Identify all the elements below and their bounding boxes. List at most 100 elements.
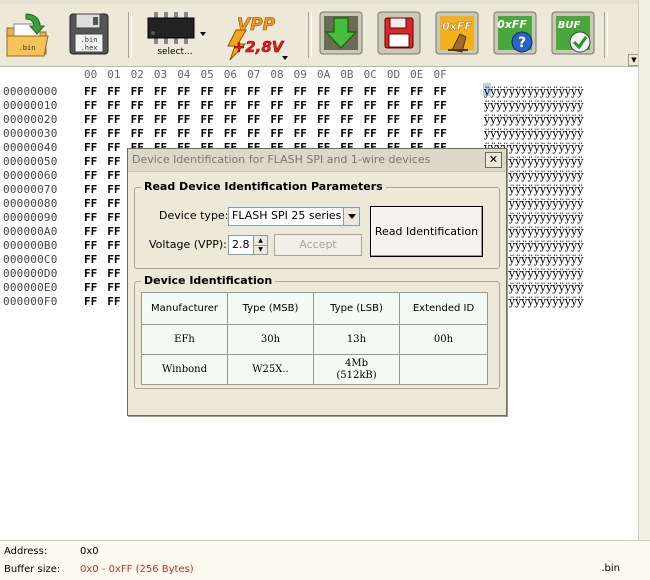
hex-byte[interactable]: FF bbox=[131, 113, 154, 127]
hex-byte[interactable]: FF bbox=[84, 169, 107, 183]
hex-byte[interactable]: FF bbox=[433, 113, 456, 127]
hex-byte[interactable]: FF bbox=[84, 281, 107, 295]
hex-byte[interactable]: FF bbox=[84, 197, 107, 211]
spin-down-icon[interactable]: ▼ bbox=[254, 245, 267, 254]
read-identification-button[interactable]: Read Identification bbox=[370, 206, 483, 257]
buffer-check-button[interactable]: BUF bbox=[550, 10, 596, 60]
hex-byte[interactable]: FF bbox=[410, 127, 433, 141]
hex-byte[interactable]: FF bbox=[84, 99, 107, 113]
select-device-button[interactable]: select... bbox=[140, 10, 210, 60]
hex-byte[interactable]: FF bbox=[154, 127, 177, 141]
vertical-scrollbar[interactable] bbox=[638, 0, 650, 540]
save-file-button[interactable]: .bin .hex bbox=[66, 10, 112, 60]
hex-byte[interactable]: FF bbox=[84, 85, 107, 99]
hex-byte[interactable]: FF bbox=[317, 113, 340, 127]
hex-byte[interactable]: FF bbox=[107, 99, 130, 113]
hex-byte[interactable]: FF bbox=[131, 99, 154, 113]
hex-byte[interactable]: FF bbox=[224, 99, 247, 113]
hex-byte[interactable]: FF bbox=[177, 85, 200, 99]
hex-byte[interactable]: FF bbox=[84, 141, 107, 155]
hex-byte[interactable]: FF bbox=[340, 85, 363, 99]
hex-byte[interactable]: FF bbox=[84, 253, 107, 267]
hex-byte[interactable]: FF bbox=[340, 127, 363, 141]
hex-byte[interactable]: FF bbox=[107, 85, 130, 99]
hex-byte[interactable]: FF bbox=[317, 99, 340, 113]
hex-byte[interactable]: FF bbox=[224, 85, 247, 99]
hex-byte[interactable]: FF bbox=[317, 127, 340, 141]
hex-byte[interactable]: FF bbox=[84, 183, 107, 197]
hex-byte[interactable]: FF bbox=[154, 113, 177, 127]
write-chip-button[interactable] bbox=[376, 10, 422, 60]
hex-byte[interactable]: FF bbox=[410, 85, 433, 99]
accept-button[interactable]: Accept bbox=[274, 234, 362, 256]
hex-byte[interactable]: FF bbox=[410, 99, 433, 113]
hex-byte[interactable]: FF bbox=[177, 99, 200, 113]
hex-byte[interactable]: FF bbox=[364, 113, 387, 127]
hex-byte[interactable]: FF bbox=[131, 85, 154, 99]
fill-ff-button[interactable]: 0xFF bbox=[434, 10, 480, 60]
row-bytes[interactable]: FFFFFFFFFFFFFFFFFFFFFFFFFFFFFFFF bbox=[84, 127, 457, 141]
hex-byte[interactable]: FF bbox=[107, 113, 130, 127]
hex-byte[interactable]: FF bbox=[131, 127, 154, 141]
row-ascii[interactable]: ÿÿÿÿÿÿÿÿÿÿÿÿÿÿÿÿ bbox=[484, 113, 583, 127]
hex-byte[interactable]: FF bbox=[270, 99, 293, 113]
hex-byte[interactable]: FF bbox=[84, 267, 107, 281]
hex-byte[interactable]: FF bbox=[200, 85, 223, 99]
hex-byte[interactable]: FF bbox=[364, 99, 387, 113]
hex-byte[interactable]: FF bbox=[410, 113, 433, 127]
hex-byte[interactable]: FF bbox=[84, 211, 107, 225]
hex-byte[interactable]: FF bbox=[294, 99, 317, 113]
hex-byte[interactable]: FF bbox=[224, 127, 247, 141]
row-bytes[interactable]: FFFFFFFFFFFFFFFFFFFFFFFFFFFFFFFF bbox=[84, 113, 457, 127]
vpp-voltage-button[interactable]: VPP +2,8V bbox=[218, 10, 288, 60]
hex-byte[interactable]: FF bbox=[107, 127, 130, 141]
row-ascii[interactable]: ÿÿÿÿÿÿÿÿÿÿÿÿÿÿÿÿ bbox=[484, 99, 583, 113]
chevron-down-icon[interactable] bbox=[343, 208, 359, 225]
hex-byte[interactable]: FF bbox=[433, 85, 456, 99]
row-bytes[interactable]: FFFFFFFFFFFFFFFFFFFFFFFFFFFFFFFF bbox=[84, 99, 457, 113]
dialog-title-bar[interactable]: Device Identification for FLASH SPI and … bbox=[128, 149, 506, 172]
hex-byte[interactable]: FF bbox=[387, 99, 410, 113]
hex-byte[interactable]: FF bbox=[387, 127, 410, 141]
hex-byte[interactable]: FF bbox=[340, 99, 363, 113]
read-chip-button[interactable] bbox=[318, 10, 364, 60]
hex-byte[interactable]: FF bbox=[294, 127, 317, 141]
blank-check-button[interactable]: 0xFF ? bbox=[492, 10, 538, 60]
close-button[interactable]: ✕ bbox=[485, 152, 502, 168]
hex-byte[interactable]: FF bbox=[154, 99, 177, 113]
hex-byte[interactable]: FF bbox=[387, 85, 410, 99]
hex-byte[interactable]: FF bbox=[247, 127, 270, 141]
hex-byte[interactable]: FF bbox=[340, 113, 363, 127]
hex-byte[interactable]: FF bbox=[247, 113, 270, 127]
hex-byte[interactable]: FF bbox=[270, 127, 293, 141]
hex-byte[interactable]: FF bbox=[270, 113, 293, 127]
hex-byte[interactable]: FF bbox=[364, 127, 387, 141]
hex-byte[interactable]: FF bbox=[433, 99, 456, 113]
hex-byte[interactable]: FF bbox=[200, 113, 223, 127]
hex-byte[interactable]: FF bbox=[247, 99, 270, 113]
open-file-button[interactable]: .bin bbox=[4, 10, 50, 60]
hex-byte[interactable]: FF bbox=[84, 127, 107, 141]
hex-byte[interactable]: FF bbox=[84, 225, 107, 239]
device-type-select[interactable]: FLASH SPI 25 series bbox=[228, 207, 360, 226]
hex-byte[interactable]: FF bbox=[294, 85, 317, 99]
hex-byte[interactable]: FF bbox=[200, 127, 223, 141]
voltage-spinner[interactable]: 2.8 ▲ ▼ bbox=[228, 235, 268, 255]
row-bytes[interactable]: FFFFFFFFFFFFFFFFFFFFFFFFFFFFFFFF bbox=[84, 85, 457, 99]
hex-byte[interactable]: FF bbox=[224, 113, 247, 127]
hex-byte[interactable]: FF bbox=[84, 113, 107, 127]
hex-byte[interactable]: FF bbox=[364, 85, 387, 99]
hex-byte[interactable]: FF bbox=[387, 113, 410, 127]
hex-byte[interactable]: FF bbox=[200, 99, 223, 113]
hex-byte[interactable]: FF bbox=[433, 127, 456, 141]
hex-byte[interactable]: FF bbox=[84, 239, 107, 253]
hex-byte[interactable]: FF bbox=[154, 85, 177, 99]
hex-byte[interactable]: FF bbox=[317, 85, 340, 99]
row-ascii[interactable]: ÿÿÿÿÿÿÿÿÿÿÿÿÿÿÿÿ bbox=[484, 85, 583, 99]
hex-byte[interactable]: FF bbox=[84, 155, 107, 169]
hex-byte[interactable]: FF bbox=[177, 113, 200, 127]
hex-byte[interactable]: FF bbox=[84, 295, 107, 309]
hex-byte[interactable]: FF bbox=[177, 127, 200, 141]
hex-byte[interactable]: FF bbox=[270, 85, 293, 99]
hex-byte[interactable]: FF bbox=[247, 85, 270, 99]
